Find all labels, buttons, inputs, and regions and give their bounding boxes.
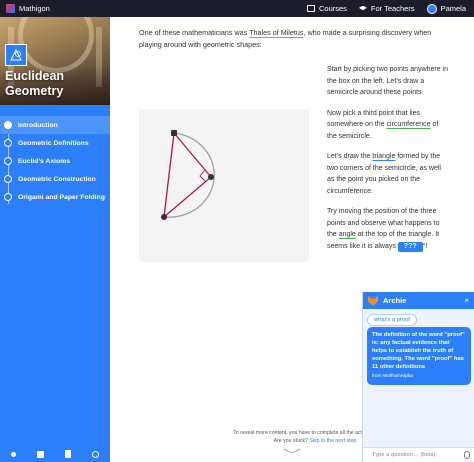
geometry-canvas[interactable] [139, 109, 309, 262]
nav-item-introduction[interactable]: Introduction [0, 116, 110, 134]
step-1: Start by picking two points anywhere in … [327, 66, 449, 96]
course-badge-icon [5, 44, 27, 66]
semicircle [163, 132, 215, 218]
progress-dot-icon [4, 121, 12, 129]
settings-icon[interactable] [92, 450, 100, 458]
nav-item-geometric-definitions[interactable]: Geometric Definitions [0, 134, 110, 152]
circumference-link[interactable]: circumference [387, 121, 431, 128]
share-icon[interactable] [10, 451, 16, 457]
archie-chat-panel: Archie × what's a proof The definition o… [362, 292, 474, 462]
point-a [171, 130, 177, 136]
chat-header: Archie × [363, 292, 474, 309]
user-name: Pamela [440, 4, 466, 13]
bot-message: The definition of the word "proof" is: a… [367, 327, 471, 385]
chat-icon[interactable] [36, 450, 44, 458]
course-sidebar: Euclidean Geometry Introduction Geometri… [0, 17, 110, 462]
course-title: Euclidean Geometry [5, 69, 65, 98]
close-icon[interactable]: × [464, 296, 469, 305]
intro-paragraph: One of these mathematicians was Thales o… [139, 28, 432, 49]
triangle-link[interactable]: triangle [372, 153, 395, 160]
step-3: Let’s draw the triangle formed by the tw… [327, 153, 441, 195]
chat-input[interactable]: Type a question… (beta) [363, 447, 474, 462]
courses-link[interactable]: Courses [306, 4, 347, 13]
top-bar: Mathigon Courses For Teachers Pamela [0, 0, 474, 17]
thales-link[interactable]: Thales of Miletus [249, 28, 303, 37]
step-4: Try moving the position of the three poi… [327, 208, 440, 252]
answer-blank-input[interactable]: ??? [397, 241, 423, 252]
avatar [426, 3, 437, 14]
point-c [208, 174, 214, 180]
courses-label: Courses [318, 4, 347, 13]
step-2: Now pick a third point that lies somewhe… [327, 109, 439, 140]
user-menu[interactable]: Pamela [426, 3, 466, 14]
glossary-icon[interactable] [65, 450, 72, 458]
courses-icon [306, 5, 315, 12]
chapter-nav: Introduction Geometric Definitions Eucli… [0, 116, 110, 206]
skip-step-link[interactable]: Skip to the next step [309, 438, 356, 444]
brand-logo[interactable]: Mathigon [6, 4, 50, 13]
nav-item-geometric-construction[interactable]: Geometric Construction [0, 170, 110, 188]
source-link[interactable]: from WolframAlpha [372, 373, 466, 381]
fox-icon [368, 295, 378, 306]
teachers-label: For Teachers [370, 4, 415, 13]
angle-link[interactable]: angle [339, 231, 356, 238]
nav-item-euclids-axioms[interactable]: Euclid’s Axioms [0, 152, 110, 170]
progress-dot-icon [4, 157, 12, 165]
nav-item-origami[interactable]: Origami and Paper Folding [0, 188, 110, 206]
diameter-line [163, 132, 175, 218]
mathigon-logo-icon [6, 4, 15, 13]
triangle-side-b [163, 176, 212, 218]
sidebar-toolbar [0, 450, 110, 458]
right-angle-marker [199, 169, 207, 183]
course-hero-image: Euclidean Geometry [0, 17, 110, 105]
microphone-icon[interactable] [464, 451, 470, 459]
instruction-steps: Start by picking two points anywhere in … [327, 64, 449, 261]
graduation-cap-icon [358, 5, 367, 11]
progress-dot-icon [4, 139, 12, 147]
progress-dot-icon [4, 193, 12, 201]
point-b [161, 214, 167, 220]
chevron-down-icon [283, 448, 301, 454]
triangle-side-a [173, 132, 212, 178]
progress-dot-icon [4, 175, 12, 183]
brand-name: Mathigon [19, 4, 50, 13]
user-message: what's a proof [367, 314, 417, 326]
teachers-link[interactable]: For Teachers [358, 4, 415, 13]
chat-title: Archie [383, 296, 407, 305]
